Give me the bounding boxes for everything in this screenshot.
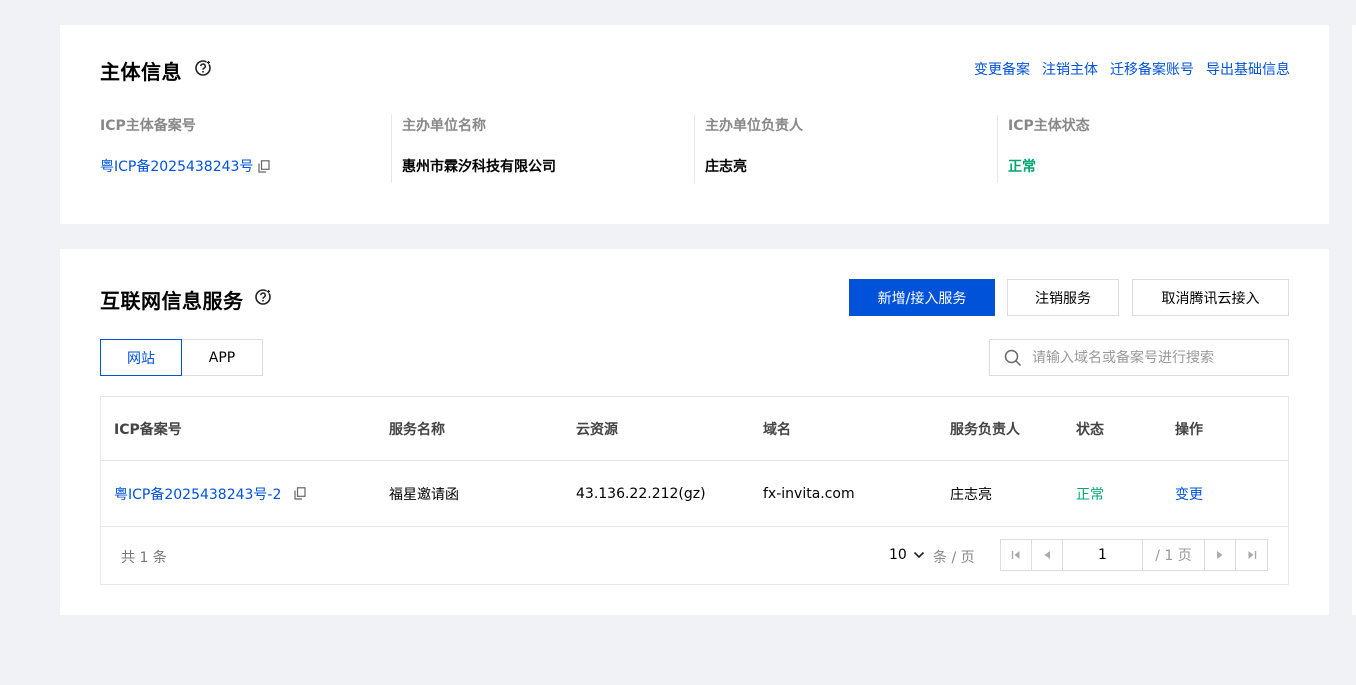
service-type-tabs: 网站 APP: [100, 339, 263, 376]
status-badge: 正常: [1008, 159, 1036, 175]
field-value[interactable]: 粤ICP备2025438243号: [100, 156, 253, 176]
remove-tencent-access-button[interactable]: 取消腾讯云接入: [1132, 279, 1289, 316]
icp-number-cell[interactable]: 粤ICP备2025438243号-2: [114, 461, 306, 526]
copy-icon[interactable]: [258, 159, 271, 173]
column-header: 域名: [763, 421, 791, 438]
prev-page-button[interactable]: [1032, 540, 1063, 570]
entity-info-title: 主体信息: [100, 60, 182, 84]
field-label: ICP主体备案号: [100, 118, 196, 134]
table-footer: 共 1 条 10 条 / 页 / 1 页: [101, 527, 1288, 584]
change-link[interactable]: 变更: [1175, 461, 1203, 526]
add-service-button[interactable]: 新增/接入服务: [849, 279, 995, 316]
field-label: 主办单位名称: [402, 118, 486, 134]
last-page-icon: [1248, 551, 1256, 559]
icp-number-link[interactable]: 粤ICP备2025438243号-2: [114, 484, 281, 504]
field-value: 惠州市霖汐科技有限公司: [402, 159, 556, 175]
chevron-down-icon[interactable]: [913, 551, 925, 559]
change-filing-link[interactable]: 变更备案: [974, 59, 1030, 79]
pagination: / 1 页: [1000, 539, 1268, 571]
next-page-button[interactable]: [1205, 540, 1236, 570]
table-header: ICP备案号 服务名称 云资源 域名 服务负责人 状态 操作: [101, 397, 1288, 461]
prev-page-icon: [1044, 551, 1050, 559]
icp-entity-number-field: ICP主体备案号 粤ICP备2025438243号: [100, 115, 390, 183]
organizer-owner-field: 主办单位负责人 庄志亮: [694, 115, 997, 183]
page-size-select[interactable]: 10: [889, 547, 925, 563]
cancel-entity-link[interactable]: 注销主体: [1042, 59, 1098, 79]
service-name-cell: 福星邀请函: [389, 486, 459, 503]
entity-actions: 变更备案 注销主体 迁移备案账号 导出基础信息: [974, 59, 1290, 79]
page-size-unit: 条 / 页: [933, 550, 975, 566]
copy-icon[interactable]: [294, 487, 306, 500]
column-header: ICP备案号: [114, 421, 182, 438]
cancel-service-button[interactable]: 注销服务: [1007, 279, 1119, 316]
organizer-name-field: 主办单位名称 惠州市霖汐科技有限公司: [391, 115, 694, 183]
icp-entity-number[interactable]: 粤ICP备2025438243号: [100, 156, 390, 176]
domain-cell: fx-invita.com: [763, 485, 855, 502]
page-number-input[interactable]: [1072, 547, 1133, 563]
column-header: 操作: [1175, 421, 1203, 438]
field-label: 主办单位负责人: [705, 118, 803, 134]
search-box: [989, 339, 1289, 376]
search-icon: [1004, 349, 1022, 366]
entity-status-field: ICP主体状态 正常: [997, 115, 1287, 183]
field-label: ICP主体状态: [1008, 118, 1090, 134]
tab-website[interactable]: 网站: [100, 339, 182, 376]
entity-info-card: 主体信息 变更备案 注销主体 迁移备案账号 导出基础信息 ICP主体备案号 粤I…: [60, 25, 1329, 224]
search-input[interactable]: [1032, 349, 1272, 366]
services-title: 互联网信息服务: [100, 289, 244, 313]
tab-app[interactable]: APP: [182, 339, 263, 376]
page-size-value[interactable]: 10: [889, 547, 907, 563]
export-info-link[interactable]: 导出基础信息: [1206, 59, 1290, 79]
total-pages: / 1 页: [1143, 540, 1205, 570]
first-page-button[interactable]: [1001, 540, 1032, 570]
migrate-account-link[interactable]: 迁移备案账号: [1110, 59, 1194, 79]
column-header: 服务负责人: [950, 421, 1020, 438]
cloud-resource-cell: 43.136.22.212(gz): [576, 485, 706, 502]
total-count: 共 1 条: [121, 550, 167, 566]
help-icon[interactable]: [254, 288, 272, 306]
services-card: 互联网信息服务 新增/接入服务 注销服务 取消腾讯云接入 网站 APP ICP备…: [60, 249, 1329, 615]
owner-cell: 庄志亮: [950, 486, 992, 503]
field-value: 庄志亮: [705, 159, 747, 175]
table-row: 粤ICP备2025438243号-2 福星邀请函 43.136.22.212(g…: [101, 461, 1288, 527]
column-header: 云资源: [576, 421, 618, 438]
services-table: ICP备案号 服务名称 云资源 域名 服务负责人 状态 操作 粤ICP备2025…: [100, 396, 1289, 585]
column-header: 状态: [1076, 421, 1104, 438]
help-icon[interactable]: [194, 59, 212, 77]
scrollbar-track[interactable]: [1352, 25, 1356, 615]
column-header: 服务名称: [389, 421, 445, 438]
last-page-button[interactable]: [1236, 540, 1267, 570]
first-page-icon: [1011, 551, 1020, 559]
next-page-icon: [1217, 551, 1223, 559]
page-input-wrap: [1063, 540, 1143, 570]
status-badge: 正常: [1076, 486, 1104, 503]
